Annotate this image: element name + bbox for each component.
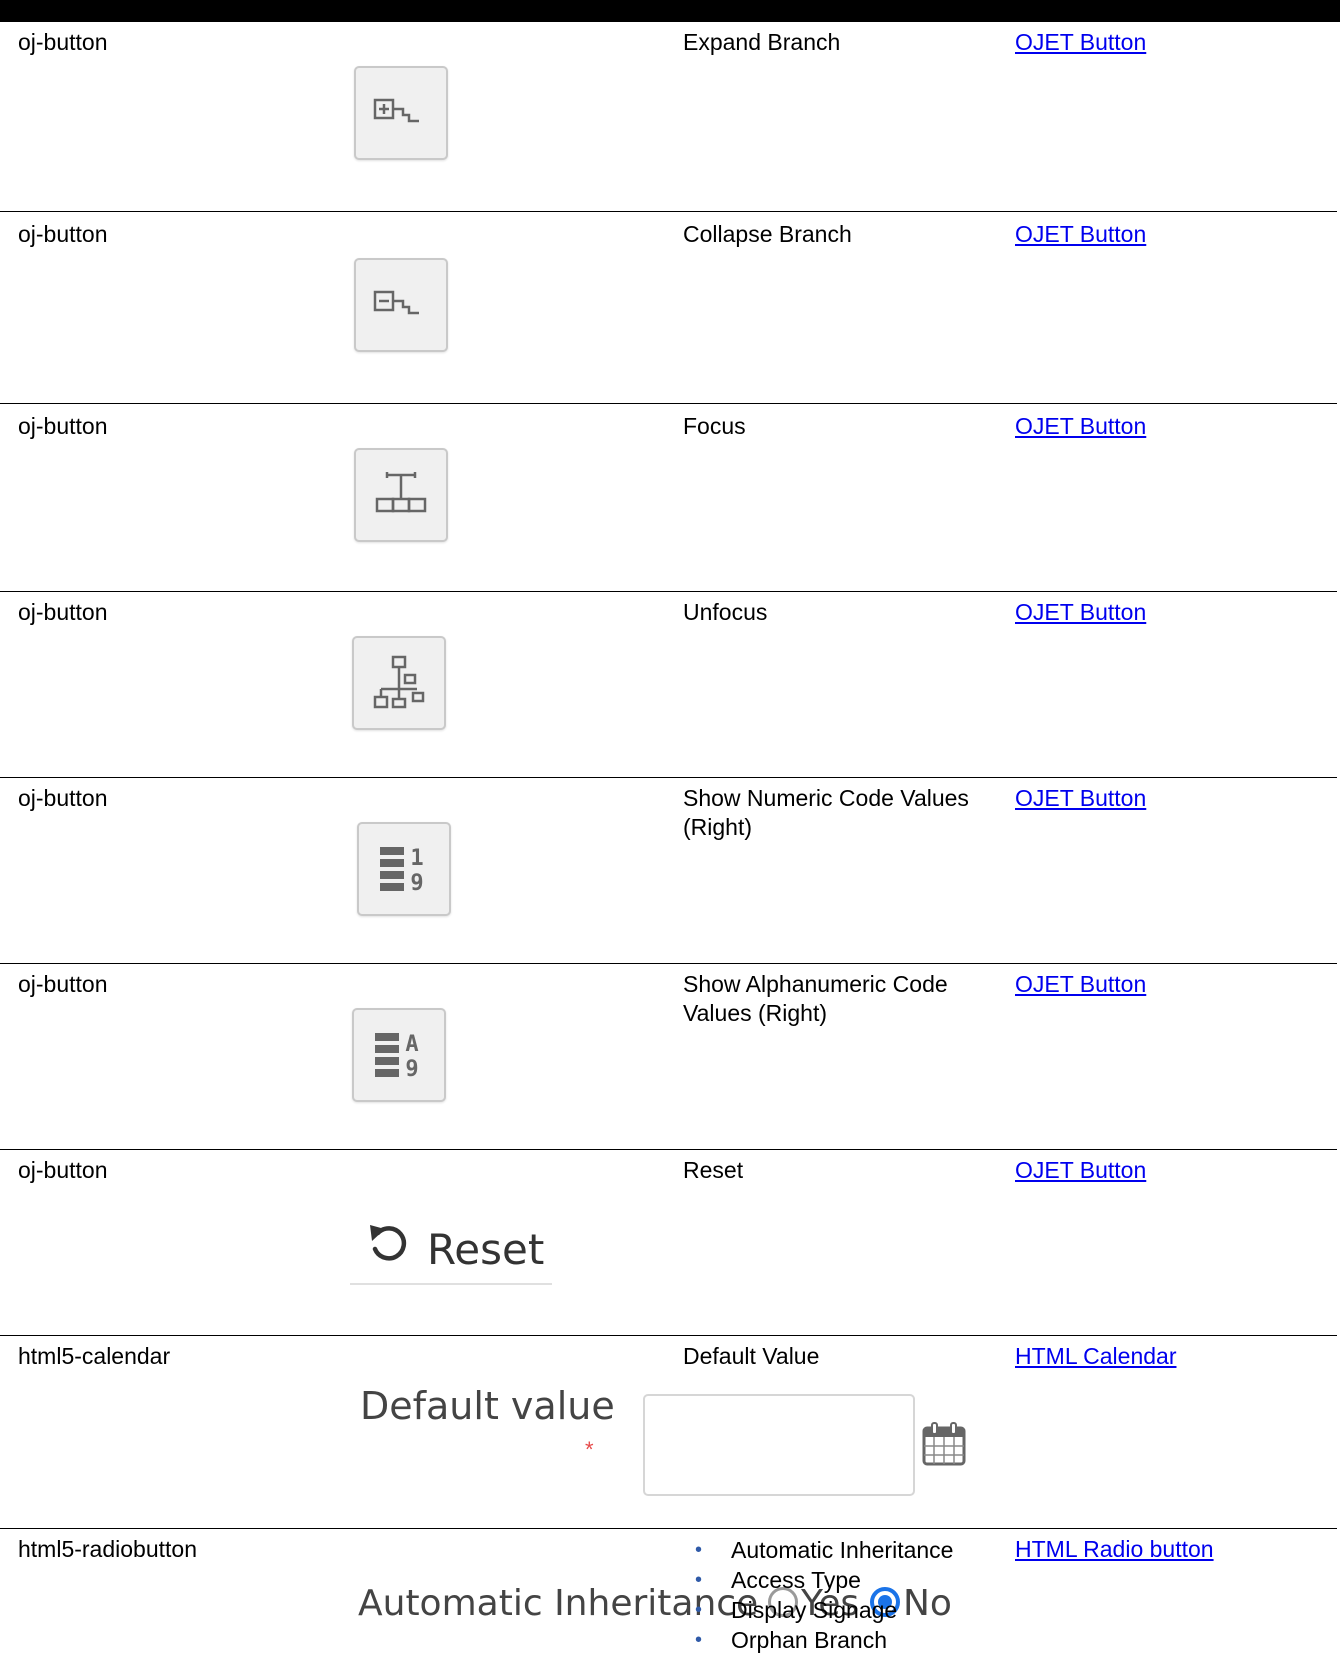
table-row: oj-button Collapse Branch OJET Button	[0, 220, 1340, 402]
show-alphanumeric-code-values-button[interactable]: A 9	[352, 1008, 446, 1102]
numeric-code-values-icon: 1 9	[380, 846, 424, 896]
ojet-button-link[interactable]: OJET Button	[1015, 221, 1146, 247]
component-name: oj-button	[18, 413, 108, 439]
row-divider	[0, 963, 1337, 964]
ojet-button-link[interactable]: OJET Button	[1015, 785, 1146, 811]
ojet-button-link[interactable]: OJET Button	[1015, 971, 1146, 997]
unfocus-button[interactable]	[352, 636, 446, 730]
table-row: oj-button Focus OJET Button	[0, 412, 1340, 590]
html-calendar-link[interactable]: HTML Calendar	[1015, 1343, 1176, 1369]
list-item: • Display Signage	[695, 1597, 898, 1623]
table-row: oj-button 1 9 Show Numeric Code Values (…	[0, 784, 1340, 962]
collapse-branch-button[interactable]	[354, 258, 448, 352]
component-name: oj-button	[18, 971, 108, 997]
component-name: oj-button	[18, 1157, 108, 1183]
row-divider	[0, 211, 1337, 212]
row-divider	[0, 777, 1337, 778]
reset-icon	[370, 1225, 407, 1261]
focus-button[interactable]	[354, 448, 448, 542]
expand-branch-button[interactable]	[354, 66, 448, 160]
description: Reset	[683, 1157, 744, 1183]
required-indicator: *	[585, 1437, 594, 1462]
description: Expand Branch	[683, 29, 841, 55]
svg-text:9: 9	[405, 1057, 418, 1082]
row-divider	[0, 1528, 1337, 1529]
component-name: html5-radiobutton	[18, 1536, 197, 1562]
show-numeric-code-values-button[interactable]: 1 9	[357, 822, 451, 916]
unfocus-icon	[373, 655, 425, 709]
description: Show Numeric Code Values (Right)	[683, 785, 969, 840]
list-item: • Orphan Branch	[695, 1627, 887, 1653]
default-value-label: Default value	[360, 1384, 615, 1428]
table-row: oj-button Unfocus OJET Button	[0, 598, 1340, 776]
calendar-icon[interactable]	[920, 1420, 968, 1473]
focus-icon	[375, 472, 427, 513]
row-divider	[0, 1149, 1337, 1150]
row-divider	[0, 591, 1337, 592]
svg-text:A: A	[405, 1032, 418, 1057]
table-row: html5-radiobutton Automatic Inheritance …	[0, 1535, 1340, 1675]
table-row: oj-button Reset Reset OJET Button	[0, 1156, 1340, 1334]
svg-text:9: 9	[410, 871, 423, 896]
radio-usage-list: • Automatic Inheritance • Access Type • Dis…	[683, 1535, 1003, 1655]
collapse-branch-icon	[373, 290, 419, 315]
table-row: html5-calendar Default value * Default V…	[0, 1342, 1340, 1527]
table-row: oj-button Expand Branch OJET Button	[0, 28, 1340, 210]
row-divider	[0, 1335, 1337, 1336]
list-item: • Automatic Inheritance	[695, 1537, 954, 1563]
ojet-button-link[interactable]: OJET Button	[1015, 413, 1146, 439]
table-row: oj-button A 9 Show Alphanumeric Code Val…	[0, 970, 1340, 1148]
alphanumeric-code-values-icon: A 9	[375, 1032, 419, 1082]
description: Show Alphanumeric Code Values (Right)	[683, 971, 948, 1026]
description: Unfocus	[683, 599, 768, 625]
component-name: html5-calendar	[18, 1343, 171, 1369]
svg-text:1: 1	[410, 846, 423, 871]
reset-button[interactable]: Reset	[350, 1211, 552, 1285]
description: Collapse Branch	[683, 221, 852, 247]
html-radio-button-link[interactable]: HTML Radio button	[1015, 1536, 1214, 1562]
component-name: oj-button	[18, 785, 108, 811]
table-top-border	[0, 0, 1340, 22]
ojet-button-link[interactable]: OJET Button	[1015, 599, 1146, 625]
ojet-button-link[interactable]: OJET Button	[1015, 29, 1146, 55]
expand-branch-icon	[373, 98, 419, 123]
reset-button-label: Reset	[427, 1225, 545, 1274]
component-name: oj-button	[18, 599, 108, 625]
ojet-button-link[interactable]: OJET Button	[1015, 1157, 1146, 1183]
default-value-input[interactable]	[643, 1394, 915, 1496]
component-name: oj-button	[18, 221, 108, 247]
list-item: • Access Type	[695, 1567, 861, 1593]
row-divider	[0, 403, 1337, 404]
description: Focus	[683, 413, 746, 439]
component-name: oj-button	[18, 29, 108, 55]
description: Default Value	[683, 1343, 820, 1369]
